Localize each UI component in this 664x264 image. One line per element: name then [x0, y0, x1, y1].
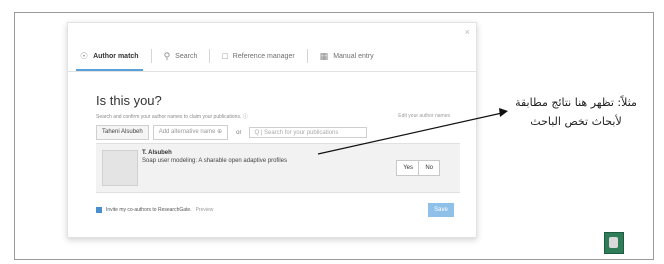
annotation-arrow	[317, 108, 508, 155]
arrow-head	[499, 108, 508, 117]
logo-icon	[604, 232, 624, 254]
arrow-line	[317, 112, 503, 155]
